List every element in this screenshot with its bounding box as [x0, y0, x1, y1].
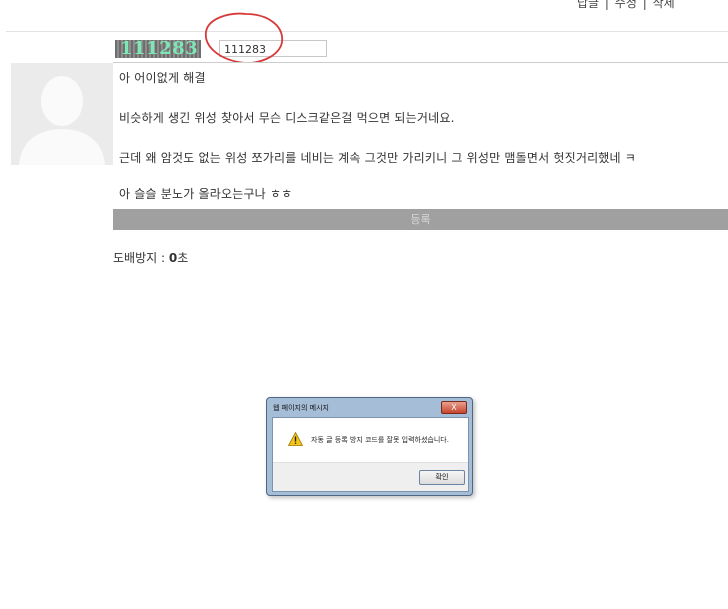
edit-link[interactable]: 수정 [615, 0, 637, 10]
spam-guard-label: 도배방지 : [113, 251, 169, 265]
ok-button[interactable]: 확인 [419, 470, 465, 485]
dialog-message: 자동 글 등록 방지 코드를 잘못 입력하셨습니다. [311, 436, 449, 444]
captcha-code: 111283 [120, 38, 199, 59]
submit-button[interactable]: 등록 [113, 209, 728, 230]
spam-guard-unit: 초 [177, 251, 189, 265]
warning-icon [288, 432, 303, 446]
comment-line: 아 슬슬 분노가 올라오는구나 ㅎㅎ [119, 187, 293, 201]
dialog-footer: 확인 [273, 462, 468, 491]
comment-line: 비슷하게 생긴 위성 찾아서 무슨 디스크같은걸 먹으면 되는거네요. [119, 111, 455, 125]
comment-textarea[interactable]: 아 어이없게 해결 비슷하게 생긴 위성 찾아서 무슨 디스크같은걸 먹으면 되… [113, 62, 728, 210]
close-button[interactable]: X [441, 401, 467, 414]
dialog-title: 웹 페이지의 메시지 [273, 404, 329, 412]
top-nav: 답글 | 수정 | 삭제 [576, 0, 676, 11]
alert-dialog: 웹 페이지의 메시지 X 자동 글 등록 방지 코드를 잘못 입력하셨습니다. … [266, 397, 473, 496]
comment-line: 아 어이없게 해결 [119, 71, 206, 85]
avatar [11, 63, 113, 165]
comment-line: 근데 왜 암것도 없는 위성 쪼가리를 네비는 계속 그것만 가리키니 그 위성… [119, 151, 637, 165]
captcha-image: 111283 [115, 38, 201, 59]
nav-separator: | [604, 0, 609, 10]
dialog-body: 자동 글 등록 방지 코드를 잘못 입력하셨습니다. 확인 [272, 417, 469, 492]
spam-guard: 도배방지 : 0초 [113, 249, 188, 266]
delete-link[interactable]: 삭제 [653, 0, 675, 10]
divider [6, 31, 728, 32]
default-user-icon [11, 63, 113, 165]
spam-guard-value: 0 [168, 251, 178, 265]
nav-separator: | [642, 0, 647, 10]
reply-link[interactable]: 답글 [577, 0, 599, 10]
